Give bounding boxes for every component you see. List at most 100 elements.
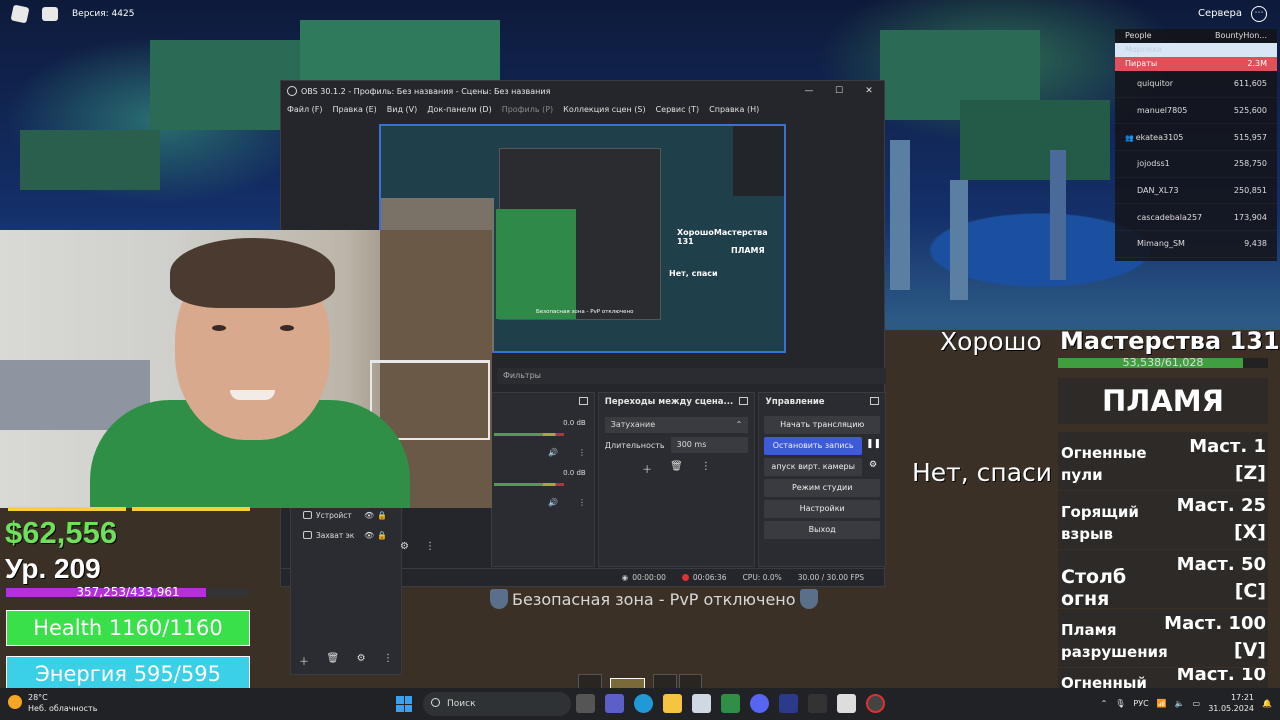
skill-item[interactable]: Горящий взрыв Маст. 25 [X] (1058, 491, 1268, 549)
teams-icon[interactable] (605, 694, 624, 713)
gear-icon[interactable]: ⚙ (357, 653, 366, 668)
wifi-icon[interactable]: 📶 (1157, 699, 1167, 708)
task-view-icon[interactable] (576, 694, 595, 713)
stop-record-button[interactable]: Остановить запись (764, 437, 862, 455)
volume-icon[interactable]: 🔊 (548, 448, 558, 457)
chevron-up-icon[interactable]: ⌃ (1101, 699, 1108, 708)
notification-icon[interactable]: 🔔 (1262, 699, 1272, 708)
transition-select[interactable]: Затухание ⌃ (604, 417, 749, 433)
roblox-icon[interactable] (837, 694, 856, 713)
minimize-icon[interactable]: — (794, 81, 824, 101)
more-icon[interactable]: ⋮ (578, 498, 586, 507)
explorer-icon[interactable] (663, 694, 682, 713)
roblox-menu-icon[interactable] (10, 4, 30, 24)
webcam-mouth (230, 390, 275, 400)
menu-tools[interactable]: Сервис (T) (656, 105, 700, 114)
battery-icon[interactable]: ▭ (1193, 699, 1201, 708)
discord-icon[interactable] (750, 694, 769, 713)
undock-icon[interactable] (578, 397, 588, 405)
mastery-title: Мастерства 131 (1060, 327, 1280, 355)
more-icon[interactable]: ⋮ (383, 653, 393, 668)
safe-zone-banner: Безопасная зона - PvP отключено (490, 589, 818, 609)
edge-icon[interactable] (634, 694, 653, 713)
app-icon[interactable] (808, 694, 827, 713)
more-icon[interactable]: ⋮ (425, 541, 435, 552)
eye-icon[interactable]: 👁 (364, 511, 374, 520)
menu-file[interactable]: Файл (F) (287, 105, 323, 114)
tree (300, 20, 500, 80)
more-icon[interactable]: ⋮ (578, 448, 586, 457)
lock-icon[interactable]: 🔒 (377, 531, 387, 540)
obs-icon[interactable] (866, 694, 885, 713)
taskbar-search[interactable]: Поиск (423, 692, 571, 716)
player-row[interactable]: 👥 ekatea3105 515,957 (1115, 124, 1277, 152)
menu-help[interactable]: Справка (H) (709, 105, 759, 114)
close-icon[interactable]: ✕ (854, 81, 884, 101)
gear-icon[interactable]: ⚙ (400, 541, 409, 552)
volume-icon[interactable]: 🔊 (548, 498, 558, 507)
pause-icon[interactable]: ❚❚ (866, 439, 881, 453)
dock-title: Переходы между сцена... (599, 393, 755, 413)
menu-view[interactable]: Вид (V) (387, 105, 417, 114)
skill-item[interactable]: Огненные пули Маст. 1 [Z] (1058, 432, 1268, 490)
eye-icon[interactable]: 👁 (364, 531, 374, 540)
scene-transitions-dock: Переходы между сцена... Затухание ⌃ Длите… (597, 392, 756, 567)
skill-item[interactable]: Пламя разрушения Маст. 100 [V] (1058, 609, 1268, 667)
filters-button[interactable]: Фильтры (497, 368, 886, 384)
team-pirates-row[interactable]: Пираты 2.3M (1115, 57, 1277, 71)
player-row[interactable]: DAN_XL73 250,851 (1115, 178, 1277, 205)
player-row[interactable]: cascadebala257 173,904 (1115, 204, 1277, 232)
speaker-icon[interactable]: 🔈 (1175, 699, 1185, 708)
obs-menubar: Файл (F) Правка (E) Вид (V) Док-панели (… (281, 101, 884, 117)
add-icon[interactable]: ＋ (642, 461, 652, 476)
more-options-icon[interactable]: ⋯ (1251, 6, 1267, 22)
source-item[interactable]: Захват эк 👁 🔒 (291, 525, 401, 545)
player-row[interactable]: Mimang_SM 9,438 (1115, 231, 1277, 258)
virtual-camera-button[interactable]: апуск вирт. камеры (764, 458, 862, 476)
windows-start-icon[interactable] (396, 696, 412, 712)
source-item[interactable]: Устройст 👁 🔒 (291, 505, 401, 525)
studio-mode-button[interactable]: Режим студии (764, 479, 880, 497)
volume-meter (494, 433, 564, 436)
undock-icon[interactable] (739, 397, 749, 405)
menu-scene-collection[interactable]: Коллекция сцен (S) (563, 105, 645, 114)
player-row[interactable]: manuel7805 525,600 (1115, 98, 1277, 125)
gear-icon[interactable]: ⚙ (866, 460, 880, 474)
lang-indicator[interactable]: РУС (1133, 699, 1148, 708)
player-row[interactable]: quiquitor 611,605 (1115, 71, 1277, 98)
skill-item[interactable]: Огненный Маст. 10 (1058, 668, 1268, 690)
skill-item[interactable]: Столб огня Маст. 50 [C] (1058, 550, 1268, 610)
maximize-icon[interactable]: ☐ (824, 81, 854, 101)
xbox-icon[interactable] (721, 694, 740, 713)
start-stream-button[interactable]: Начать трансляцию (764, 416, 880, 434)
player-value: 9,438 (1244, 239, 1267, 249)
team-marines-row[interactable]: Морпехи (1115, 43, 1277, 57)
trash-icon[interactable]: 🗑 (670, 461, 683, 476)
add-icon[interactable]: ＋ (299, 653, 309, 668)
player-name: DAN_XL73 (1137, 186, 1179, 196)
menu-docks[interactable]: Док-панели (D) (427, 105, 491, 114)
trash-icon[interactable]: 🗑 (326, 653, 339, 668)
menu-edit[interactable]: Правка (E) (333, 105, 377, 114)
duration-input[interactable]: 300 ms (670, 437, 749, 453)
camera-icon (303, 511, 312, 519)
player-name: cascadebala257 (1137, 212, 1203, 222)
virtual-cam-row: апуск вирт. камеры ⚙ (764, 458, 880, 476)
mic-icon[interactable]: 🎙 (1115, 699, 1125, 708)
dialog-no-thanks[interactable]: Нет, спаси (912, 458, 1060, 490)
app-icon[interactable] (779, 694, 798, 713)
search-icon (431, 698, 440, 707)
lock-icon[interactable]: 🔒 (377, 511, 387, 520)
weather-widget[interactable]: 28°C Неб. облачность (8, 692, 97, 714)
servers-button[interactable]: Сервера (1198, 8, 1242, 19)
player-row[interactable]: jojodss1 258,750 (1115, 151, 1277, 178)
more-icon[interactable]: ⋮ (701, 461, 711, 476)
store-icon[interactable] (692, 694, 711, 713)
exit-button[interactable]: Выход (764, 521, 880, 539)
chat-icon[interactable] (42, 7, 58, 21)
tree (960, 100, 1110, 180)
settings-button[interactable]: Настройки (764, 500, 880, 518)
menu-profile[interactable]: Профиль (P) (502, 105, 553, 114)
undock-icon[interactable] (870, 397, 879, 405)
clock[interactable]: 17:21 31.05.2024 (1208, 692, 1254, 714)
